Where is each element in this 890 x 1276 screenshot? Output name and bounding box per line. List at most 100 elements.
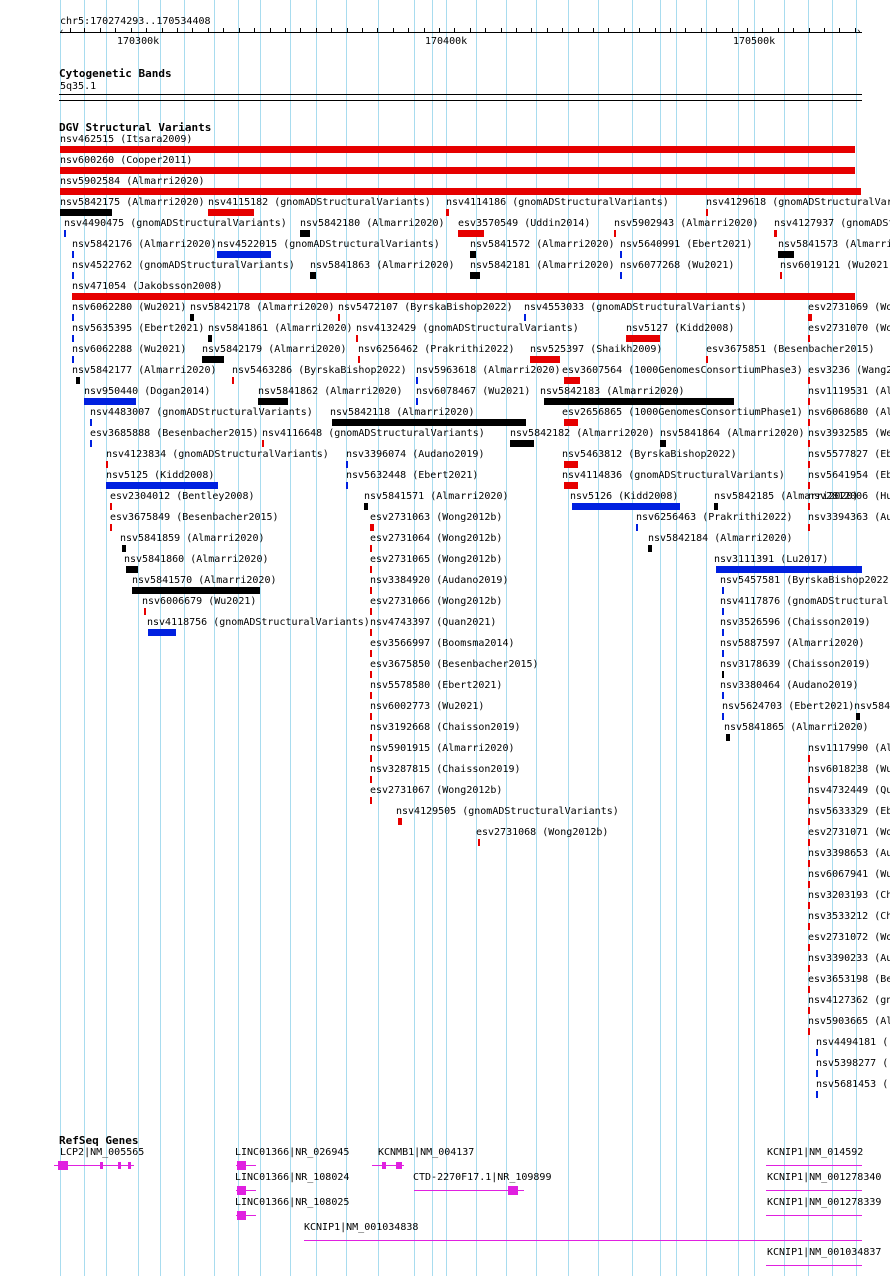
variant-bar[interactable] <box>446 209 449 216</box>
variant-label[interactable]: nsv4114836 (gnomADStructuralVariants) <box>562 470 785 481</box>
variant-bar[interactable] <box>356 335 358 342</box>
variant-bar[interactable] <box>780 272 782 279</box>
variant-label[interactable]: esv2656865 (1000GenomesConsortiumPhase1) <box>562 407 803 418</box>
variant-label[interactable]: esv3685888 (Besenbacher2015) <box>90 428 259 439</box>
variant-bar[interactable] <box>808 797 810 804</box>
variant-bar[interactable] <box>416 398 418 405</box>
variant-label[interactable]: nsv4743397 (Quan2021) <box>370 617 496 628</box>
gene-label[interactable]: CTD-2270F17.1|NR_109899 <box>413 1172 551 1183</box>
variant-label[interactable]: nsv5463812 (ByrskaBishop2022) <box>562 449 737 460</box>
variant-bar[interactable] <box>808 482 810 489</box>
gene-label[interactable]: LINC01366|NR_108024 <box>235 1172 349 1183</box>
variant-label[interactable]: nsv5472107 (ByrskaBishop2022) <box>338 302 513 313</box>
variant-bar[interactable] <box>106 461 108 468</box>
variant-bar[interactable] <box>722 608 724 615</box>
variant-label[interactable]: nsv3533212 (Ch <box>808 911 890 922</box>
variant-bar[interactable] <box>370 776 372 783</box>
variant-label[interactable]: nsv5963618 (Almarri2020) <box>416 365 561 376</box>
variant-label[interactable]: nsv6078467 (Wu2021) <box>416 386 530 397</box>
variant-bar[interactable] <box>370 671 372 678</box>
variant-bar[interactable] <box>90 419 92 426</box>
variant-label[interactable]: nsv3526596 (Chaisson2019) <box>720 617 871 628</box>
variant-bar[interactable] <box>370 692 372 699</box>
variant-bar[interactable] <box>808 860 810 867</box>
variant-label[interactable]: nsv5841572 (Almarri2020) <box>470 239 615 250</box>
variant-label[interactable]: nsv3287815 (Chaisson2019) <box>370 764 521 775</box>
variant-label[interactable]: nsv5125 (Kidd2008) <box>106 470 214 481</box>
variant-bar[interactable] <box>530 356 560 363</box>
variant-bar[interactable] <box>722 629 724 636</box>
variant-bar[interactable] <box>524 314 526 321</box>
gene-line[interactable] <box>766 1265 862 1266</box>
variant-bar[interactable] <box>338 314 340 321</box>
variant-label[interactable]: nsv4127362 (gn <box>808 995 890 1006</box>
variant-bar[interactable] <box>132 587 260 594</box>
variant-bar[interactable] <box>370 713 372 720</box>
variant-label[interactable]: nsv4132429 (gnomADStructuralVariants) <box>356 323 579 334</box>
variant-bar[interactable] <box>262 440 264 447</box>
variant-label[interactable]: nsv4522762 (gnomADStructuralVariants) <box>72 260 295 271</box>
variant-label[interactable]: nsv6068680 (Al <box>808 407 890 418</box>
variant-label[interactable]: esv3675850 (Besenbacher2015) <box>370 659 539 670</box>
variant-bar[interactable] <box>416 377 418 384</box>
variant-bar[interactable] <box>346 482 348 489</box>
variant-bar[interactable] <box>332 419 526 426</box>
variant-bar[interactable] <box>106 482 218 489</box>
gene-exon[interactable] <box>118 1162 121 1169</box>
variant-label[interactable]: nsv4522015 (gnomADStructuralVariants) <box>217 239 440 250</box>
variant-bar[interactable] <box>458 230 484 237</box>
variant-label[interactable]: nsv462515 (Itsara2009) <box>60 134 192 145</box>
variant-label[interactable]: nsv4129618 (gnomADStructuralVar <box>706 197 890 208</box>
variant-bar[interactable] <box>217 251 271 258</box>
variant-label[interactable]: esv2731063 (Wong2012b) <box>370 512 502 523</box>
variant-label[interactable]: esv3570549 (Uddin2014) <box>458 218 590 229</box>
variant-label[interactable]: nsv5842184 (Almarri2020) <box>648 533 793 544</box>
variant-label[interactable]: nsv5841861 (Almarri2020) <box>208 323 353 334</box>
variant-bar[interactable] <box>636 524 638 531</box>
gene-exon[interactable] <box>237 1186 246 1195</box>
variant-label[interactable]: esv2731070 (Wo <box>808 323 890 334</box>
variant-bar[interactable] <box>808 335 810 342</box>
variant-bar[interactable] <box>816 1070 818 1077</box>
variant-label[interactable]: esv2731071 (Wo <box>808 827 890 838</box>
variant-label[interactable]: nsv584 <box>854 701 890 712</box>
variant-bar[interactable] <box>60 209 112 216</box>
variant-bar[interactable] <box>60 167 855 174</box>
variant-label[interactable]: nsv4115182 (gnomADStructuralVariants) <box>208 197 431 208</box>
variant-label[interactable]: nsv5842177 (Almarri2020) <box>72 365 217 376</box>
variant-label[interactable]: nsv5841863 (Almarri2020) <box>310 260 455 271</box>
variant-bar[interactable] <box>716 566 862 573</box>
variant-bar[interactable] <box>808 461 810 468</box>
variant-label[interactable]: nsv4123834 (gnomADStructuralVariants) <box>106 449 329 460</box>
variant-bar[interactable] <box>72 335 74 342</box>
variant-label[interactable]: nsv5841570 (Almarri2020) <box>132 575 277 586</box>
variant-bar[interactable] <box>510 440 534 447</box>
gene-line[interactable] <box>766 1190 862 1191</box>
variant-bar[interactable] <box>76 377 80 384</box>
variant-bar[interactable] <box>722 587 724 594</box>
variant-label[interactable]: esv2731069 (Wo <box>808 302 890 313</box>
variant-bar[interactable] <box>808 1028 810 1035</box>
variant-bar[interactable] <box>614 230 616 237</box>
variant-label[interactable]: esv3675849 (Besenbacher2015) <box>110 512 279 523</box>
variant-label[interactable]: nsv2812006 (Hu <box>808 491 890 502</box>
gene-exon[interactable] <box>396 1162 402 1169</box>
variant-label[interactable]: nsv4127937 (gnomADSt <box>774 218 890 229</box>
variant-label[interactable]: nsv3203193 (Ch <box>808 890 890 901</box>
variant-bar[interactable] <box>370 755 372 762</box>
variant-label[interactable]: nsv950440 (Dogan2014) <box>84 386 210 397</box>
variant-bar[interactable] <box>660 440 666 447</box>
variant-label[interactable]: nsv5632448 (Ebert2021) <box>346 470 478 481</box>
variant-bar[interactable] <box>122 545 126 552</box>
variant-label[interactable]: nsv5398277 ( <box>816 1058 888 1069</box>
variant-label[interactable]: esv2304012 (Bentley2008) <box>110 491 255 502</box>
variant-label[interactable]: nsv5681453 ( <box>816 1079 888 1090</box>
variant-label[interactable]: nsv4114186 (gnomADStructuralVariants) <box>446 197 669 208</box>
variant-label[interactable]: nsv5126 (Kidd2008) <box>570 491 678 502</box>
variant-bar[interactable] <box>706 356 708 363</box>
variant-bar[interactable] <box>148 629 176 636</box>
gene-line[interactable] <box>766 1215 862 1216</box>
variant-label[interactable]: nsv5463286 (ByrskaBishop2022) <box>232 365 407 376</box>
gene-line[interactable] <box>304 1240 862 1241</box>
variant-bar[interactable] <box>470 251 476 258</box>
